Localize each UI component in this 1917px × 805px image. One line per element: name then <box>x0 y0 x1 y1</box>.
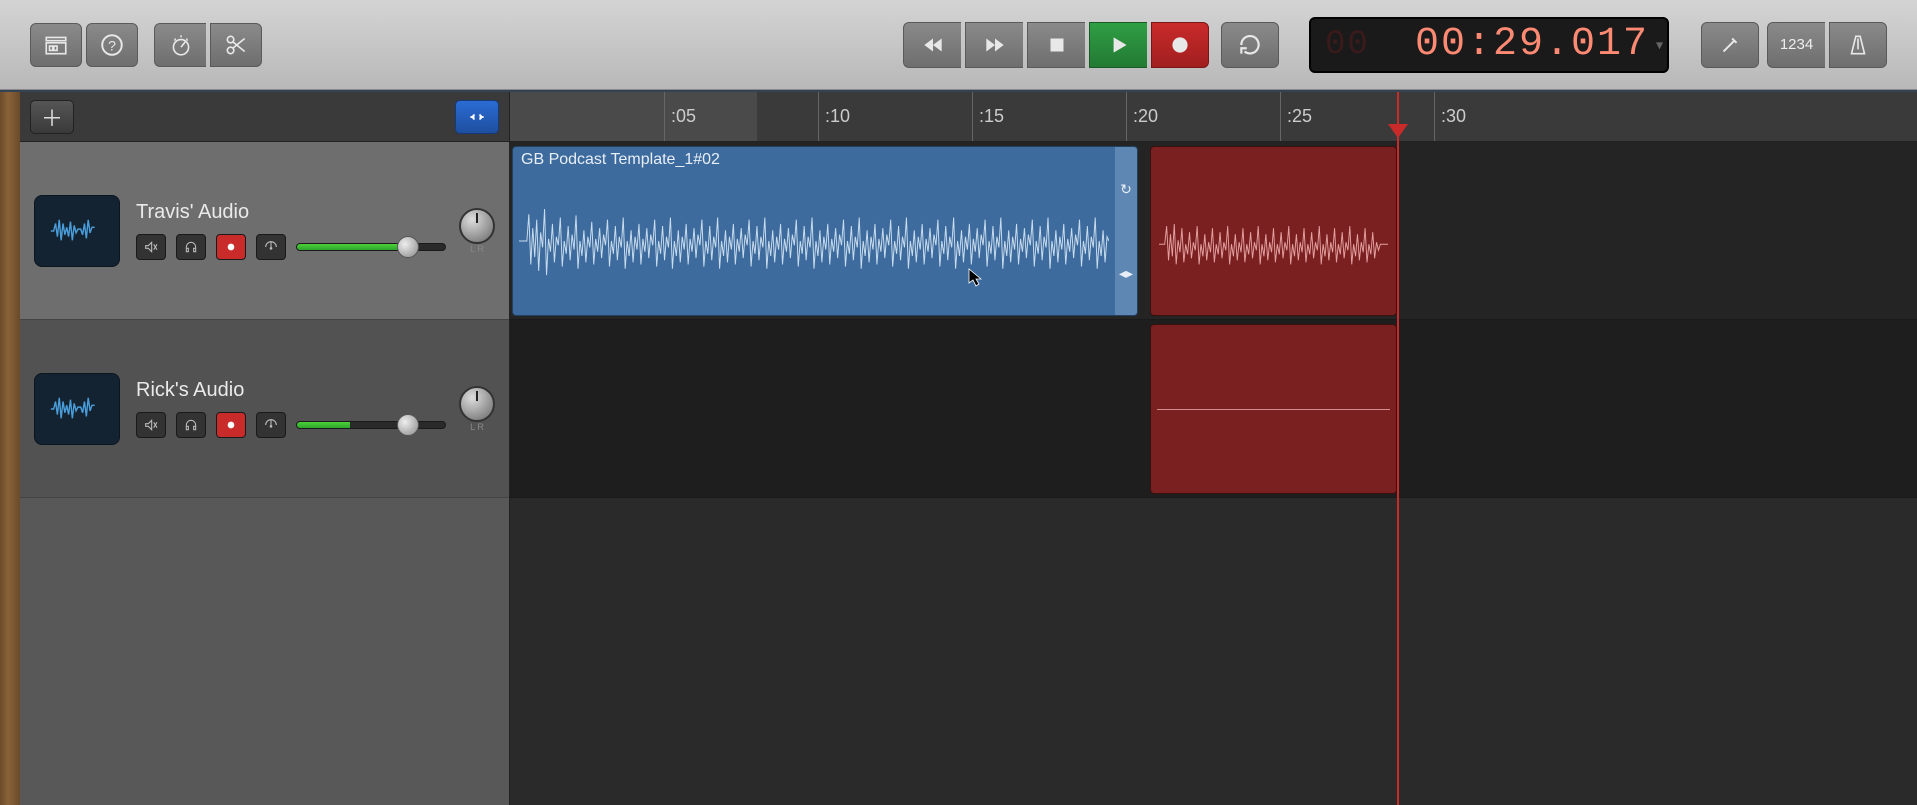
track-type-icon <box>34 373 120 445</box>
volume-slider[interactable] <box>296 421 446 429</box>
mute-button[interactable] <box>136 234 166 260</box>
recording-region[interactable] <box>1150 324 1397 494</box>
region-label: GB Podcast Template_1#02 <box>513 147 1137 173</box>
track-name-label: Travis' Audio <box>136 201 459 224</box>
count-in-button[interactable]: 1234 <box>1767 22 1825 68</box>
transport-controls: 00 00:29.017 ▾ 1234 <box>903 17 1887 73</box>
ruler-highlight <box>510 92 757 141</box>
track-name-label: Rick's Audio <box>136 379 459 402</box>
input-monitor-button[interactable] <box>256 412 286 438</box>
note-editor-button[interactable] <box>1701 22 1759 68</box>
cycle-icon <box>1237 32 1263 58</box>
loop-icon[interactable]: ↻ <box>1120 181 1132 198</box>
rewind-button[interactable] <box>903 22 961 68</box>
solo-button[interactable] <box>176 412 206 438</box>
note-icon <box>1717 32 1743 58</box>
help-icon: ? <box>99 32 125 58</box>
monitor-icon <box>263 417 279 433</box>
metronome-icon <box>1845 32 1871 58</box>
horizontal-zoom-button[interactable] <box>455 100 499 134</box>
workspace: ＋ Travis' Audio <box>0 90 1917 805</box>
recording-region[interactable] <box>1150 146 1397 316</box>
headphones-icon <box>183 417 199 433</box>
fast-forward-icon <box>982 32 1008 58</box>
record-enable-button[interactable] <box>216 412 246 438</box>
help-button[interactable]: ? <box>86 23 138 67</box>
volume-fill <box>297 244 404 250</box>
scissors-icon <box>223 32 249 58</box>
timeline-area: :05 :10 :15 :20 :25 :30 GB Podcast Templ… <box>510 92 1917 805</box>
library-button[interactable] <box>30 23 82 67</box>
track-panel-header: ＋ <box>20 92 509 142</box>
metronome-button[interactable] <box>1829 22 1887 68</box>
track-header-row[interactable]: Travis' Audio L R <box>20 142 509 320</box>
track-type-icon <box>34 195 120 267</box>
mute-button[interactable] <box>136 412 166 438</box>
time-ruler[interactable]: :05 :10 :15 :20 :25 :30 <box>510 92 1917 142</box>
ruler-tick: :25 <box>1280 92 1312 141</box>
record-dot-icon <box>223 239 239 255</box>
waveform-icon <box>49 211 105 251</box>
fast-forward-button[interactable] <box>965 22 1023 68</box>
rewind-icon <box>920 32 946 58</box>
waveform-display <box>519 177 1109 305</box>
audio-region[interactable]: GB Podcast Template_1#02 ↻ ◂▸ <box>512 146 1138 316</box>
play-button[interactable] <box>1089 22 1147 68</box>
tracks-area[interactable]: GB Podcast Template_1#02 ↻ ◂▸ <box>510 142 1917 805</box>
ruler-tick: :30 <box>1434 92 1466 141</box>
svg-text:?: ? <box>108 37 116 53</box>
ruler-tick: :15 <box>972 92 1004 141</box>
track-header-row[interactable]: Rick's Audio L R <box>20 320 509 498</box>
volume-knob[interactable] <box>397 414 419 436</box>
mute-icon <box>143 239 159 255</box>
pan-label: L R <box>459 244 495 254</box>
record-enable-button[interactable] <box>216 234 246 260</box>
mute-icon <box>143 417 159 433</box>
headphones-icon <box>183 239 199 255</box>
fade-icon[interactable]: ◂▸ <box>1119 265 1133 282</box>
record-icon <box>1167 32 1193 58</box>
scissors-button[interactable] <box>210 23 262 67</box>
time-display[interactable]: 00 00:29.017 ▾ <box>1309 17 1669 73</box>
pan-knob[interactable] <box>459 208 495 244</box>
record-dot-icon <box>223 417 239 433</box>
lcd-time: 00:29.017 <box>1415 22 1649 67</box>
stop-icon <box>1044 32 1070 58</box>
pan-control: L R <box>459 208 495 254</box>
wood-edge <box>0 92 20 805</box>
ruler-tick: :20 <box>1126 92 1158 141</box>
volume-knob[interactable] <box>397 236 419 258</box>
main-toolbar: ? <box>0 0 1917 90</box>
chevron-down-icon[interactable]: ▾ <box>1656 36 1663 53</box>
add-track-button[interactable]: ＋ <box>30 100 74 134</box>
record-button[interactable] <box>1151 22 1209 68</box>
waveform-flatline <box>1157 409 1390 410</box>
region-handle[interactable]: ↻ ◂▸ <box>1115 147 1137 315</box>
waveform-display <box>1159 214 1388 274</box>
zoom-fit-icon <box>467 107 487 127</box>
play-icon <box>1106 32 1132 58</box>
pan-knob[interactable] <box>459 386 495 422</box>
solo-button[interactable] <box>176 234 206 260</box>
stop-button[interactable] <box>1027 22 1085 68</box>
lcd-ghost-digits: 00 <box>1325 26 1370 64</box>
cycle-button[interactable] <box>1221 22 1279 68</box>
tuner-button[interactable] <box>154 23 206 67</box>
tuner-icon <box>168 32 194 58</box>
ruler-tick: :05 <box>664 92 696 141</box>
volume-fill <box>297 422 350 428</box>
library-icon <box>43 32 69 58</box>
pan-label: L R <box>459 422 495 432</box>
waveform-icon <box>49 389 105 429</box>
count-in-label: 1234 <box>1780 36 1813 53</box>
ruler-tick: :10 <box>818 92 850 141</box>
track-header-panel: ＋ Travis' Audio <box>20 92 510 805</box>
monitor-icon <box>263 239 279 255</box>
volume-slider[interactable] <box>296 243 446 251</box>
playhead[interactable] <box>1397 92 1399 805</box>
input-monitor-button[interactable] <box>256 234 286 260</box>
pan-control: L R <box>459 386 495 432</box>
